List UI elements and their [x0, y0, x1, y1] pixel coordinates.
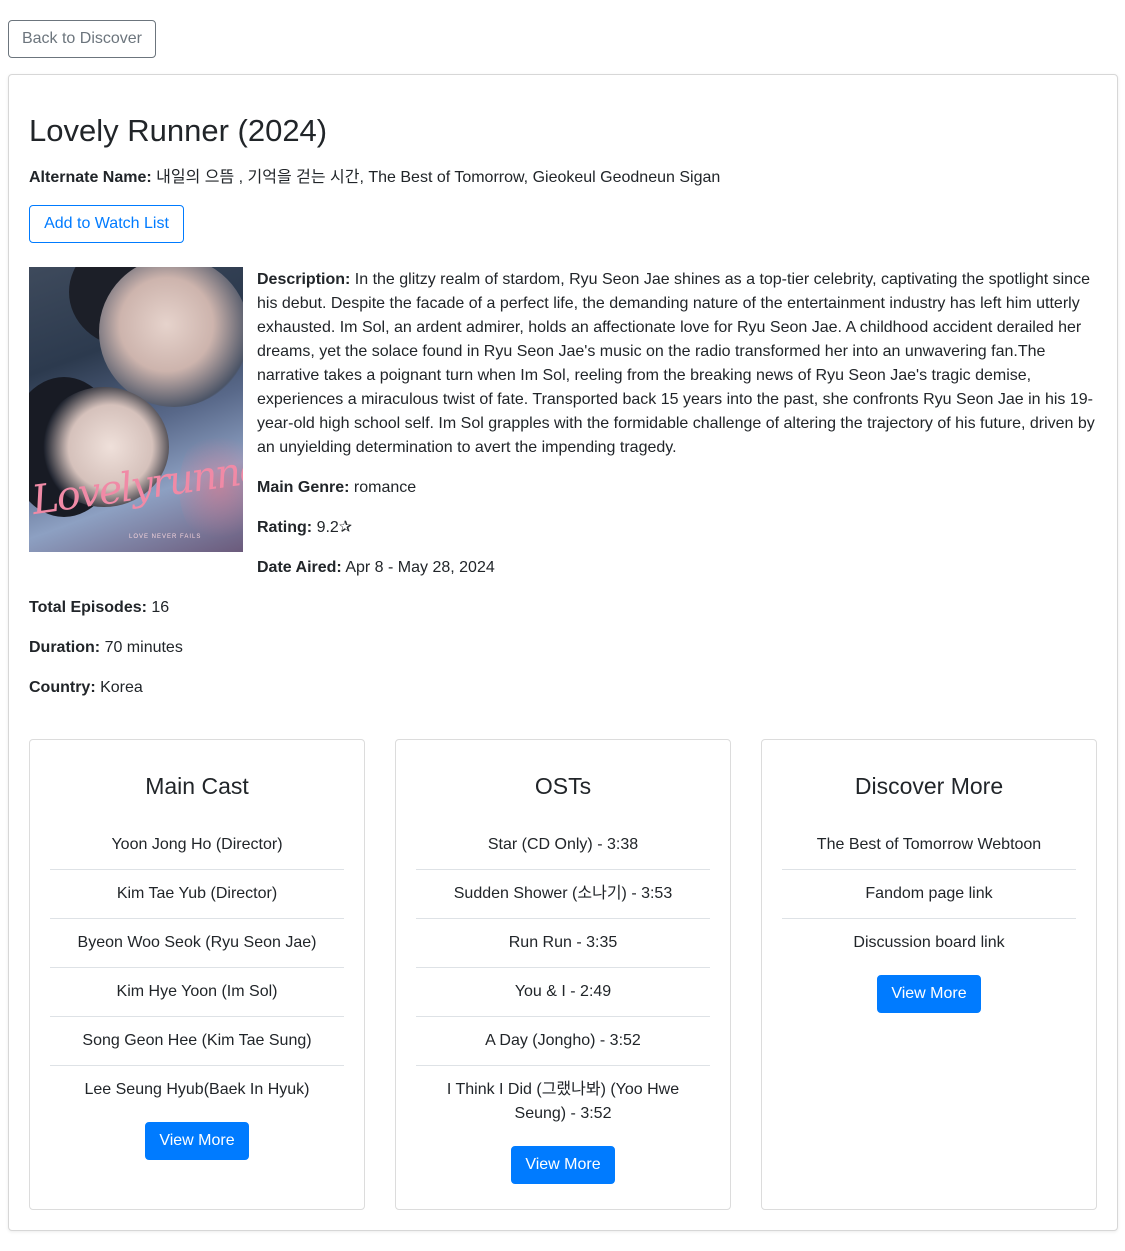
ost-list-item: You & I - 2:49 — [416, 968, 710, 1017]
alternate-name: Alternate Name: 내일의 으뜸 , 기억을 걷는 시간, The … — [29, 166, 720, 190]
duration-value: 70 minutes — [104, 639, 183, 656]
poster-tagline: LOVE NEVER FAILS — [129, 534, 202, 540]
main-genre: Main Genre: romance — [257, 476, 416, 500]
rating-label: Rating: — [257, 519, 313, 536]
discover-more-title: Discover More — [854, 773, 1004, 799]
duration: Duration: 70 minutes — [29, 636, 183, 660]
cast-list-item: Song Geon Hee (Kim Tae Sung) — [50, 1017, 344, 1066]
poster-figure-face — [99, 267, 243, 407]
rating-value: 9.2✰ — [316, 519, 353, 536]
osts-list: Star (CD Only) - 3:38 Sudden Shower (소나기… — [416, 821, 710, 1138]
rating: Rating: 9.2✰ — [257, 516, 352, 540]
back-to-discover-button[interactable]: Back to Discover — [8, 20, 156, 58]
add-to-watch-list-button[interactable]: Add to Watch List — [29, 205, 184, 243]
total-episodes-value: 16 — [151, 599, 170, 616]
country-value: Korea — [100, 679, 143, 696]
alternate-name-value: 내일의 으뜸 , 기억을 걷는 시간, The Best of Tomorrow… — [156, 169, 721, 186]
date-aired: Date Aired: Apr 8 - May 28, 2024 — [257, 556, 495, 580]
alternate-name-label: Alternate Name: — [29, 169, 152, 186]
main-genre-value: romance — [353, 479, 417, 496]
discover-more-card: Discover More The Best of Tomorrow Webto… — [761, 739, 1097, 1210]
cast-view-more-button[interactable]: View More — [145, 1122, 249, 1160]
discover-link-discussion[interactable]: Discussion board link — [782, 919, 1076, 967]
total-episodes: Total Episodes: 16 — [29, 596, 169, 620]
ost-list-item: A Day (Jongho) - 3:52 — [416, 1017, 710, 1066]
cast-list-item: Kim Tae Yub (Director) — [50, 870, 344, 919]
show-detail-card: Lovely Runner (2024) Alternate Name: 내일의… — [8, 74, 1118, 1231]
osts-title: OSTs — [534, 773, 592, 799]
discover-link-fandom[interactable]: Fandom page link — [782, 870, 1076, 919]
country-label: Country: — [29, 679, 96, 696]
cast-list-item: Byeon Woo Seok (Ryu Seon Jae) — [50, 919, 344, 968]
total-episodes-label: Total Episodes: — [29, 599, 147, 616]
ost-list-item: Run Run - 3:35 — [416, 919, 710, 968]
osts-view-more-button[interactable]: View More — [511, 1146, 615, 1184]
main-cast-card: Main Cast Yoon Jong Ho (Director) Kim Ta… — [29, 739, 365, 1210]
duration-label: Duration: — [29, 639, 101, 656]
main-genre-label: Main Genre: — [257, 479, 350, 496]
date-aired-value: Apr 8 - May 28, 2024 — [345, 559, 495, 576]
ost-list-item: Sudden Shower (소나기) - 3:53 — [416, 870, 710, 919]
description-text: In the glitzy realm of stardom, Ryu Seon… — [257, 271, 1095, 456]
page-title: Lovely Runner (2024) — [29, 113, 328, 148]
main-cast-title: Main Cast — [145, 773, 249, 799]
osts-card: OSTs Star (CD Only) - 3:38 Sudden Shower… — [395, 739, 731, 1210]
discover-link-webtoon[interactable]: The Best of Tomorrow Webtoon — [782, 821, 1076, 870]
poster-image: Lovelyrunner LOVE NEVER FAILS — [29, 267, 243, 552]
ost-list-item: I Think I Did (그랬나봐) (Yoo Hwe Seung) - 3… — [446, 1081, 680, 1122]
discover-view-more-button[interactable]: View More — [877, 975, 981, 1013]
cast-list-item: Yoon Jong Ho (Director) — [50, 821, 344, 870]
country: Country: Korea — [29, 676, 143, 700]
ost-list-item: Star (CD Only) - 3:38 — [416, 821, 710, 870]
description-label: Description: — [257, 271, 351, 288]
discover-more-list: The Best of Tomorrow Webtoon Fandom page… — [782, 821, 1076, 967]
cast-list-item: Kim Hye Yoon (Im Sol) — [50, 968, 344, 1017]
main-cast-list: Yoon Jong Ho (Director) Kim Tae Yub (Dir… — [50, 821, 344, 1114]
date-aired-label: Date Aired: — [257, 559, 342, 576]
cast-list-item: Lee Seung Hyub(Baek In Hyuk) — [84, 1081, 310, 1098]
description: Description: In the glitzy realm of star… — [257, 268, 1102, 460]
